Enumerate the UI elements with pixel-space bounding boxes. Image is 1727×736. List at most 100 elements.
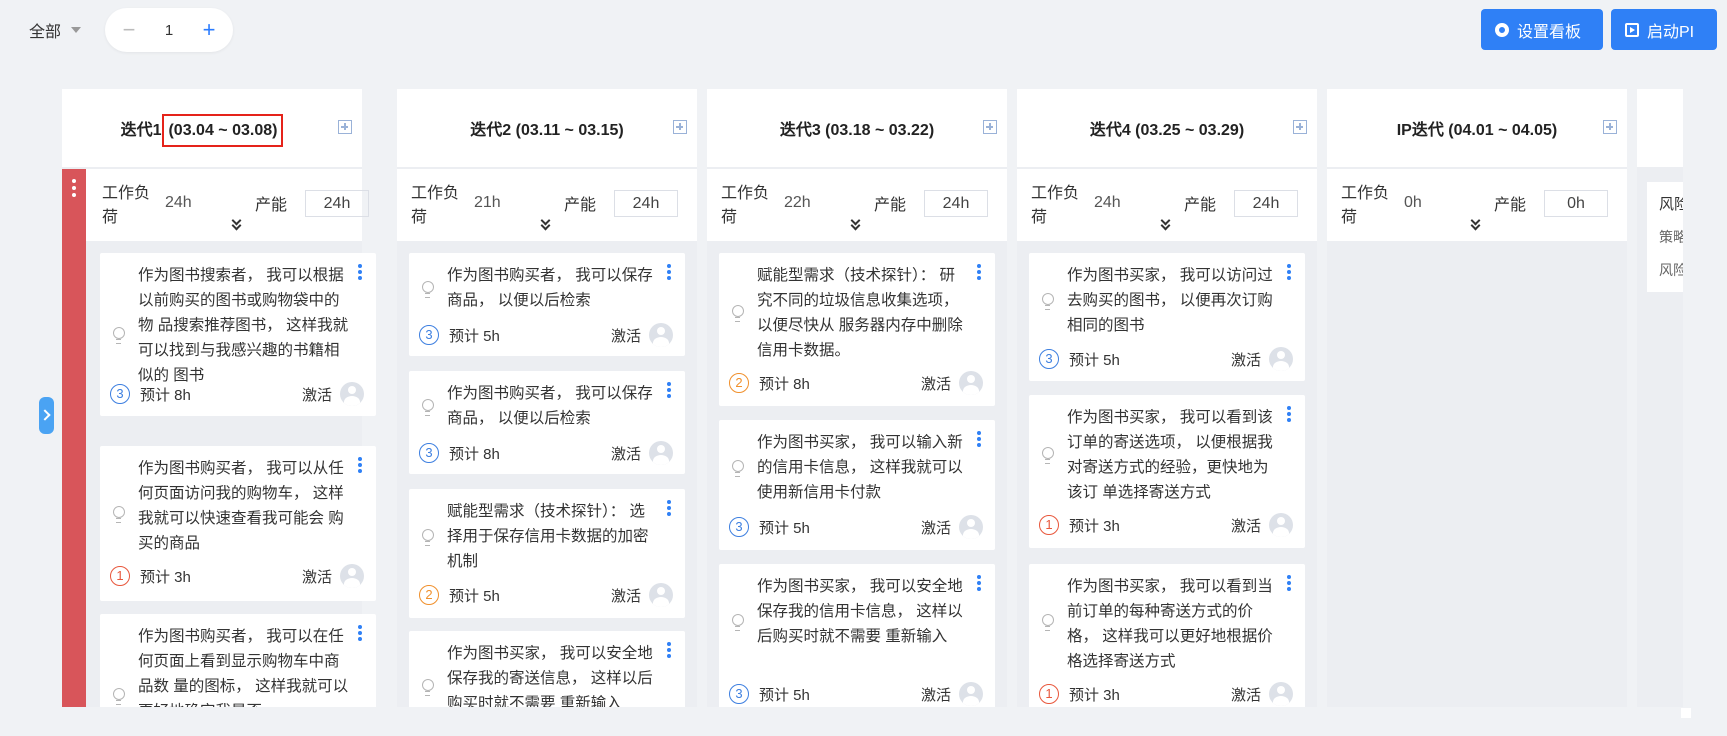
- status-text: 激活: [1230, 517, 1261, 535]
- expand-chevron-icon[interactable]: [540, 215, 552, 231]
- expand-chevron-icon[interactable]: [850, 215, 862, 231]
- capacity-input[interactable]: 24h: [614, 189, 678, 217]
- expand-chevron-icon[interactable]: [1470, 215, 1482, 231]
- avatar[interactable]: [1269, 682, 1293, 706]
- column-header: 迭代1 (03.04 ~ 03.08): [62, 89, 362, 167]
- more-options-icon[interactable]: [667, 642, 671, 660]
- avatar[interactable]: [649, 583, 673, 607]
- story-card[interactable]: 作为图书购买者， 我可以在任何页面上看到显示购物车中商品数 量的图标， 这样我就…: [100, 614, 376, 707]
- column-header: 迭代2 (03.11 ~ 03.15): [397, 89, 697, 167]
- iteration-board: 迭代1 (03.04 ~ 03.08) 工作负荷 24h 产能 24h 作为图书搜…: [62, 89, 1683, 707]
- start-pi-button[interactable]: 启动PI: [1611, 9, 1717, 50]
- more-options-icon[interactable]: [667, 264, 671, 282]
- expand-chevron-icon[interactable]: [1160, 215, 1172, 231]
- card-footer: 3 预计 8h 激活: [419, 441, 673, 465]
- priority-badge: 3: [419, 325, 439, 345]
- more-options-icon[interactable]: [358, 625, 362, 643]
- avatar[interactable]: [959, 682, 983, 706]
- story-card[interactable]: 作为图书买家， 我可以输入新的信用卡信息， 这样我就可以使用新信用卡付款 3 预…: [719, 420, 995, 550]
- increment-button[interactable]: +: [199, 17, 219, 43]
- add-card-icon[interactable]: [983, 120, 997, 134]
- avatar[interactable]: [1269, 347, 1293, 371]
- card-text: 作为图书购买者， 我可以保存商品， 以便以后检索: [447, 385, 653, 427]
- more-options-icon[interactable]: [1287, 575, 1291, 593]
- board-settings-label: 设置看板: [1517, 23, 1582, 41]
- priority-badge: 3: [729, 517, 749, 537]
- more-options-icon[interactable]: [1287, 264, 1291, 282]
- story-card[interactable]: 作为图书买家， 我可以安全地保存我的信用卡信息， 这样以后购买时就不需要 重新输…: [719, 564, 995, 707]
- avatar[interactable]: [1269, 513, 1293, 537]
- priority-badge: 3: [1039, 349, 1059, 369]
- story-card[interactable]: 作为图书搜索者， 我可以根据以前购买的图书或购物袋中的物 品搜索推荐图书， 这样…: [100, 253, 376, 416]
- more-options-icon[interactable]: [667, 500, 671, 518]
- scope-dropdown[interactable]: 全部: [29, 18, 82, 42]
- more-options-icon[interactable]: [358, 457, 362, 475]
- story-card[interactable]: 作为图书购买者， 我可以保存商品， 以便以后检索 3 预计 5h 激活: [409, 253, 685, 356]
- card-footer: 1 预计 3h 激活: [1039, 513, 1293, 537]
- add-card-icon[interactable]: [1293, 120, 1307, 134]
- priority-badge: 3: [419, 443, 439, 463]
- capacity-input[interactable]: 24h: [305, 189, 369, 217]
- board-settings-button[interactable]: 设置看板: [1481, 9, 1603, 50]
- add-card-icon[interactable]: [338, 120, 352, 134]
- avatar[interactable]: [959, 515, 983, 539]
- add-card-icon[interactable]: [1603, 120, 1617, 134]
- workload-label: 工作负荷: [721, 185, 770, 226]
- expand-chevron-icon[interactable]: [231, 215, 243, 231]
- card-footer: 2 预计 8h 激活: [729, 371, 983, 395]
- decrement-button[interactable]: −: [119, 17, 139, 43]
- avatar[interactable]: [649, 441, 673, 465]
- estimate-text: 预计 5h: [1069, 351, 1120, 369]
- iteration-column: IP迭代 (04.01 ~ 04.05) 工作负荷 0h 产能 0h: [1327, 89, 1627, 707]
- more-options-icon[interactable]: [977, 431, 981, 449]
- estimate-text: 预计 5h: [449, 327, 500, 345]
- avatar[interactable]: [959, 371, 983, 395]
- story-card[interactable]: 作为图书买家， 我可以安全地保存我的寄送信息， 这样以后购买时就不需要 重新输入: [409, 631, 685, 707]
- story-card[interactable]: 作为图书购买者， 我可以从任何页面访问我的购物车， 这样我就可以快速查看我可能会…: [100, 446, 376, 601]
- more-options-icon[interactable]: [667, 382, 671, 400]
- card-text: 作为图书购买者， 我可以从任何页面访问我的购物车， 这样我就可以快速查看我可能会…: [138, 460, 344, 552]
- swimlane-bar[interactable]: [62, 169, 86, 707]
- more-options-icon[interactable]: [977, 264, 981, 282]
- more-options-icon[interactable]: [1287, 406, 1291, 424]
- lightbulb-icon: [421, 281, 434, 298]
- card-text: 作为图书购买者， 我可以在任何页面上看到显示购物车中商品数 量的图标， 这样我就…: [138, 628, 349, 707]
- workload-value: 24h: [165, 194, 192, 211]
- priority-badge: 2: [419, 585, 439, 605]
- estimate-text: 预计 3h: [140, 568, 191, 586]
- story-card[interactable]: 赋能型需求（技术探针）： 选择用于保存信用卡数据的加密机制 2 预计 5h 激活: [409, 489, 685, 618]
- card-footer: 1 预计 3h 激活: [110, 564, 364, 588]
- story-card[interactable]: 作为图书购买者， 我可以保存商品， 以便以后检索 3 预计 8h 激活: [409, 371, 685, 474]
- avatar[interactable]: [340, 564, 364, 588]
- card-text: 作为图书买家， 我可以安全地保存我的寄送信息， 这样以后购买时就不需要 重新输入: [447, 645, 653, 707]
- add-card-icon[interactable]: [673, 120, 687, 134]
- lightbulb-icon: [421, 529, 434, 546]
- story-card[interactable]: 作为图书买家， 我可以看到该订单的寄送选项， 以便根据我对寄送方式的经验，更快地…: [1029, 395, 1305, 548]
- status-text: 激活: [610, 445, 641, 463]
- capacity-input[interactable]: 24h: [924, 189, 988, 217]
- stepper-value[interactable]: 1: [165, 22, 173, 39]
- corner-marker: [1681, 708, 1691, 718]
- expand-panel-toggle[interactable]: [39, 397, 54, 434]
- capacity-input[interactable]: 24h: [1234, 189, 1298, 217]
- story-card[interactable]: 作为图书买家， 我可以访问过去购买的图书， 以便再次订购相同的图书 3 预计 5…: [1029, 253, 1305, 381]
- priority-badge: 1: [110, 566, 130, 586]
- workload-value: 22h: [784, 194, 811, 211]
- avatar[interactable]: [649, 323, 673, 347]
- estimate-text: 预计 5h: [759, 519, 810, 537]
- status-text: 激活: [1230, 686, 1261, 704]
- story-card[interactable]: 赋能型需求（技术探针）： 研究不同的垃圾信息收集选项，以便尽快从 服务器内存中删…: [719, 253, 995, 406]
- more-options-icon[interactable]: [358, 264, 362, 282]
- card-footer: 3 预计 5h 激活: [419, 323, 673, 347]
- more-options-icon[interactable]: [977, 575, 981, 593]
- capacity-row: 工作负荷 22h 产能 24h: [707, 169, 1007, 241]
- story-card[interactable]: 作为图书买家， 我可以看到当前订单的每种寄送方式的价格， 这样我可以更好地根据价…: [1029, 564, 1305, 707]
- capacity-input[interactable]: 0h: [1544, 189, 1608, 217]
- avatar[interactable]: [340, 382, 364, 406]
- column-title: 迭代3 (03.18 ~ 03.22): [779, 122, 935, 139]
- swimlane-menu-icon[interactable]: [72, 179, 76, 200]
- status-text: 激活: [1230, 351, 1261, 369]
- risk-panel-header: [1637, 89, 1683, 167]
- card-text: 作为图书买家， 我可以安全地保存我的信用卡信息， 这样以后购买时就不需要 重新输…: [757, 578, 963, 645]
- lightbulb-icon: [112, 506, 125, 523]
